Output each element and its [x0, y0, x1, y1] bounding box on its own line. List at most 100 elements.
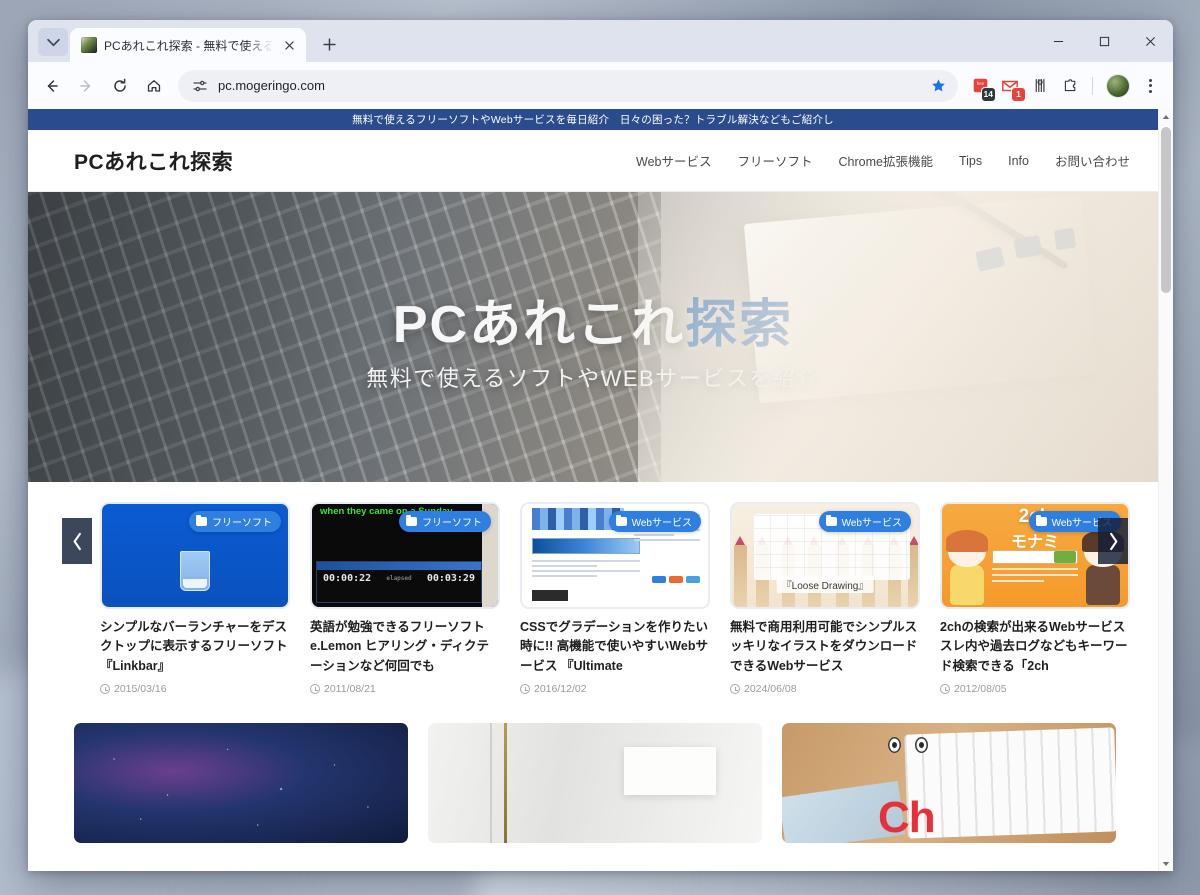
menu-dot [1148, 84, 1152, 87]
address-bar[interactable]: pc.mogeringo.com [178, 69, 958, 102]
folder-icon [196, 514, 207, 526]
progress-bar [317, 562, 481, 570]
maximize-button[interactable] [1081, 20, 1127, 62]
tab-search-button[interactable] [38, 28, 68, 56]
close-icon [284, 40, 294, 50]
category-label: Webサービス [631, 518, 692, 529]
article-date-text: 2024/06/08 [744, 683, 797, 696]
article-card-thumbnail[interactable] [74, 723, 408, 844]
article-date-text: 2015/03/16 [114, 683, 167, 696]
extensions-puzzle-button[interactable] [1056, 72, 1084, 100]
hero-title: PCあれこれ探索 [393, 282, 793, 357]
time-total: 00:03:29 [426, 573, 475, 584]
close-window-button[interactable] [1127, 20, 1173, 62]
hero-title-accent: 探索 [685, 295, 794, 354]
player-times: 00:00:22 elapsed 00:03:29 [317, 570, 481, 587]
chevron-left-icon [73, 532, 81, 550]
carousel-prev-button[interactable] [62, 518, 92, 564]
article-title[interactable]: CSSでグラデーションを作りたい時に!! 高機能で使いやすいWebサービス 『U… [520, 618, 710, 676]
nav-item-info[interactable]: Info [1008, 154, 1029, 168]
article-card-thumbnail[interactable]: Ch [782, 723, 1116, 844]
scroll-up-button[interactable] [1159, 109, 1173, 124]
nav-item-contact[interactable]: お問い合わせ [1055, 151, 1130, 170]
glass-graphic [180, 551, 210, 592]
hero-notebook-graphic [744, 194, 1098, 404]
scroll-down-button[interactable] [1159, 856, 1173, 871]
article-date-text: 2011/08/21 [324, 683, 376, 696]
article-title[interactable]: シンプルなバーランチャーをデスクトップに表示するフリーソフト 『Linkbar』 [100, 618, 290, 676]
nav-item-tips[interactable]: Tips [959, 154, 982, 168]
article-grid-row: Ch [28, 709, 1158, 844]
tune-icon[interactable] [192, 78, 208, 94]
featured-carousel: フリーソフト シンプルなバーランチャーをデスクトップに表示するフリーソフト 『L… [28, 482, 1158, 710]
page-scrollbar[interactable] [1158, 109, 1173, 871]
article-date: 2016/12/02 [520, 683, 710, 695]
article-date-text: 2016/12/02 [534, 683, 587, 696]
bookmark-button[interactable] [924, 72, 952, 100]
article-card[interactable]: フリーソフト シンプルなバーランチャーをデスクトップに表示するフリーソフト 『L… [100, 502, 290, 695]
browser-menu-button[interactable] [1137, 71, 1163, 101]
article-card-thumbnail[interactable] [428, 723, 762, 844]
nav-item-webservice[interactable]: Webサービス [636, 151, 711, 170]
home-icon [147, 79, 161, 92]
extension-red-14[interactable]: free 14 [966, 72, 996, 102]
article-card[interactable]: when they came on a Sunday or what 00:00… [310, 502, 500, 695]
scrollbar-thumb[interactable] [1161, 127, 1171, 293]
extension-badge-count: 14 [980, 86, 996, 102]
chevron-down-icon [46, 38, 60, 46]
new-tab-button[interactable] [315, 30, 343, 58]
category-badge[interactable]: フリーソフト [399, 511, 491, 532]
star-icon [931, 79, 945, 92]
site-navigation: Webサービス フリーソフト Chrome拡張機能 Tips Info お問い合… [636, 151, 1130, 170]
article-date: 2012/08/05 [940, 683, 1130, 695]
home-button[interactable] [138, 70, 170, 102]
article-thumbnail[interactable]: when they came on a Sunday or what 00:00… [310, 502, 500, 609]
back-arrow-icon [47, 79, 58, 92]
search-button-graphic [1054, 551, 1076, 563]
nav-item-chrome-extensions[interactable]: Chrome拡張機能 [839, 151, 933, 170]
puzzle-icon [1064, 79, 1075, 92]
article-title[interactable]: 2chの検索が出来るWebサービス スレ内や過去ログなどもキーワード検索できる「… [940, 618, 1130, 676]
article-thumbnail[interactable]: 『Loose Drawing』 Webサービス [730, 502, 920, 609]
article-card[interactable]: 『Loose Drawing』 Webサービス 無料で商用利用可能でシンプルスッ… [730, 502, 920, 695]
ui-lines-left [532, 560, 640, 580]
article-card[interactable]: Webサービス CSSでグラデーションを作りたい時に!! 高機能で使いやすいWe… [520, 502, 710, 695]
category-badge[interactable]: Webサービス [818, 511, 911, 532]
forward-button[interactable] [70, 70, 102, 102]
toolbar-divider [1092, 76, 1093, 95]
article-title[interactable]: 英語が勉強できるフリーソフト e.Lemon ヒアリング・ディクテーションなど何… [310, 618, 500, 676]
category-badge[interactable]: Webサービス [608, 511, 701, 532]
clock-icon [730, 684, 740, 695]
minimize-button[interactable] [1035, 20, 1081, 62]
folder-icon [1035, 514, 1047, 526]
article-thumbnail[interactable]: Webサービス [520, 502, 710, 609]
svg-text:free: free [976, 81, 984, 86]
extension-gmail[interactable]: 1 [996, 72, 1026, 102]
article-title[interactable]: 無料で商用利用可能でシンプルスッキリなイラストをダウンロードできるWebサービス [730, 618, 920, 676]
profile-avatar[interactable] [1107, 74, 1129, 97]
category-badge[interactable]: フリーソフト [189, 511, 281, 532]
nav-item-freesoft[interactable]: フリーソフト [737, 151, 812, 170]
reload-icon [114, 78, 126, 92]
carousel-next-button[interactable] [1098, 518, 1128, 564]
article-thumbnail[interactable]: フリーソフト [100, 502, 290, 609]
extension-badge-count: 1 [1011, 86, 1026, 102]
site-announcement-text: 無料で使えるフリーソフトやWebサービスを毎日紹介 日々の困った？トラブル解決な… [352, 114, 834, 126]
caret-up-icon [1162, 114, 1170, 119]
browser-toolbar: pc.mogeringo.com free 14 1 [28, 62, 1173, 109]
back-button[interactable] [36, 70, 68, 102]
browser-tab[interactable]: PCあれこれ探索 - 無料で使えるフリ [70, 28, 306, 62]
site-favicon [81, 37, 97, 53]
thumb-overlay-label: 『Loose Drawing』 [776, 576, 874, 593]
category-label: フリーソフト [212, 518, 272, 529]
tab-close-button[interactable] [280, 36, 298, 54]
maximize-icon [1099, 36, 1109, 46]
eyes-graphic [888, 737, 928, 754]
chevron-right-icon [1109, 532, 1117, 550]
site-logo[interactable]: PCあれこれ探索 [74, 146, 233, 176]
menu-dot [1148, 78, 1152, 82]
dark-block-graphic [532, 590, 568, 601]
reload-button[interactable] [104, 70, 136, 102]
extension-tools[interactable] [1026, 72, 1054, 100]
gradient-bar-graphic [532, 538, 640, 554]
